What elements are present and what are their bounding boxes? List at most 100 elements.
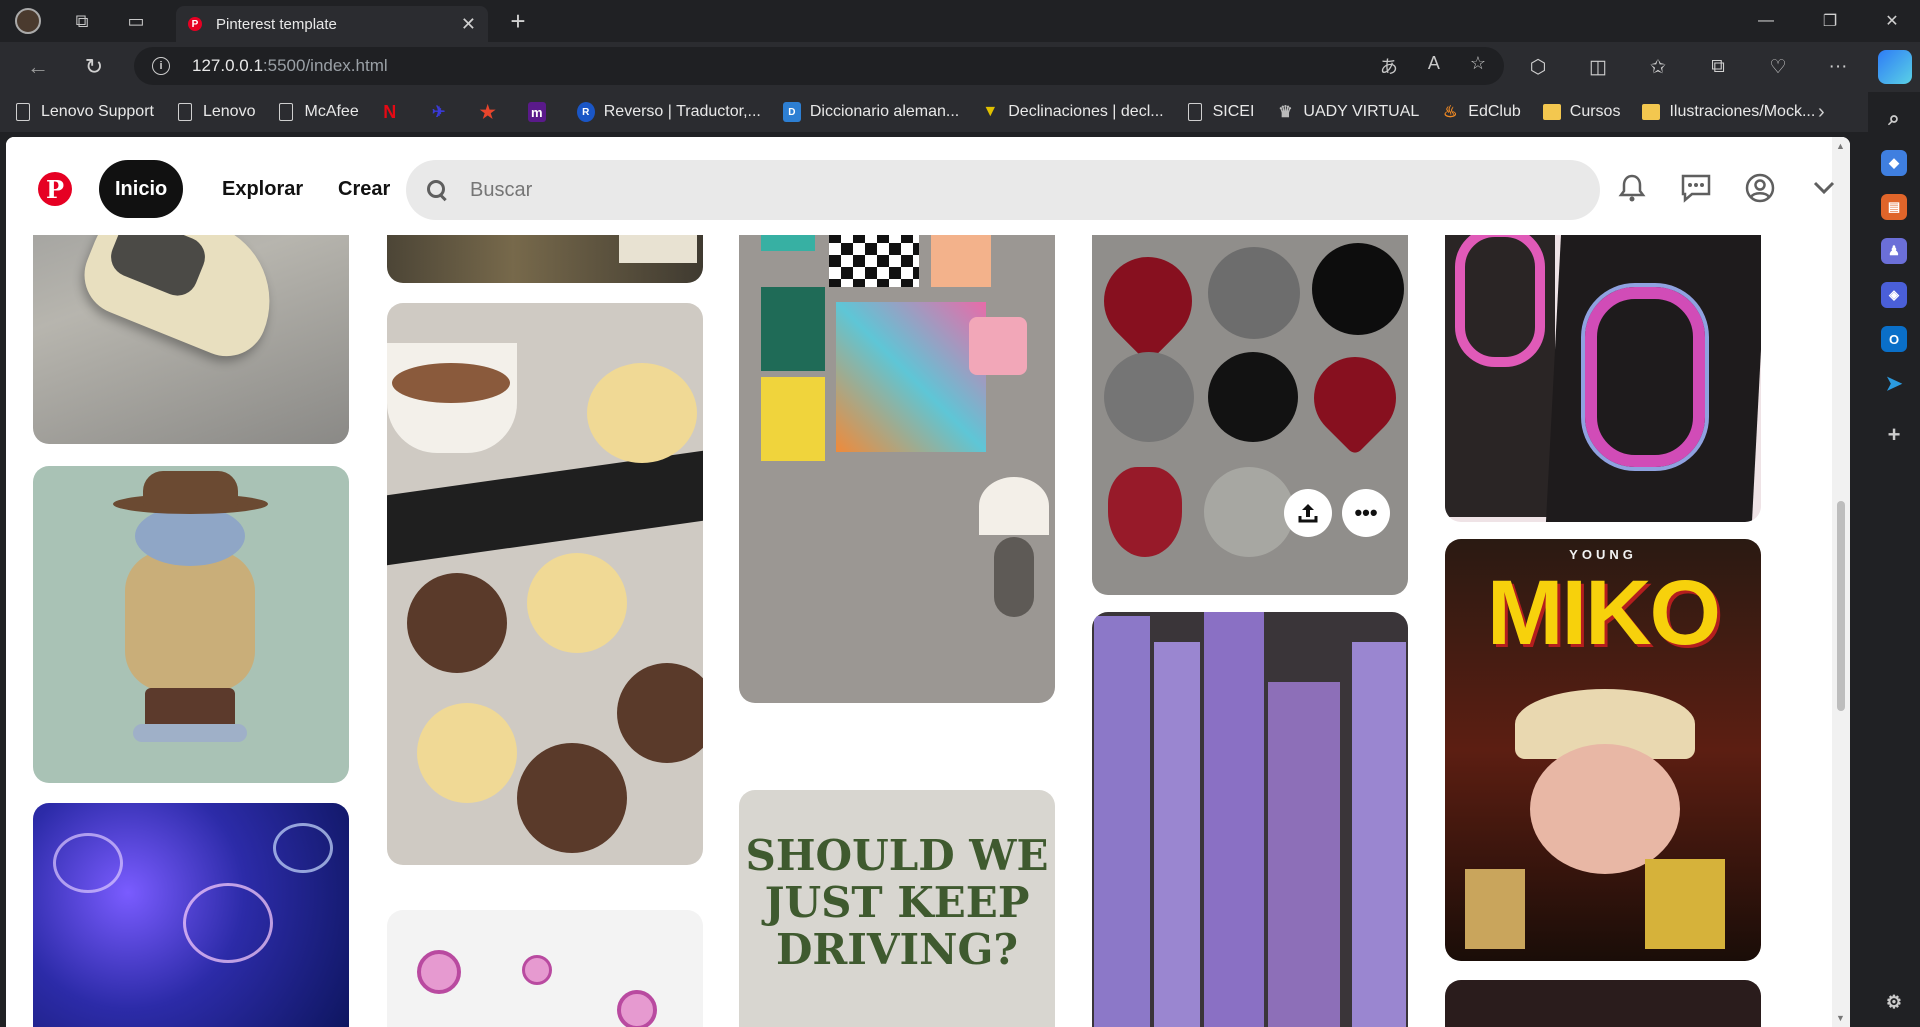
tab-close-icon[interactable]: ✕ <box>461 14 476 35</box>
messages-icon[interactable] <box>1676 168 1716 208</box>
more-options-button[interactable]: ••• <box>1342 489 1390 537</box>
star-bookmark-icon: ★ <box>479 101 496 122</box>
performance-icon[interactable]: ♡ <box>1748 42 1808 92</box>
favorite-star-icon[interactable]: ☆ <box>1470 53 1486 79</box>
split-screen-icon[interactable]: ◫ <box>1568 42 1628 92</box>
cookie <box>527 553 627 653</box>
search-input[interactable]: Buscar <box>406 160 1600 220</box>
handprint <box>1455 227 1545 367</box>
sidebar-settings-gear-icon[interactable]: ⚙ <box>1881 989 1907 1015</box>
art-frame <box>761 377 825 461</box>
pin-jellyfish[interactable] <box>33 803 349 1027</box>
poster-title: MIKO <box>1486 562 1721 664</box>
sidebar-tools-icon[interactable]: ▤ <box>1881 194 1907 220</box>
new-tab-button[interactable]: + <box>502 6 534 37</box>
pin-star-cookies[interactable] <box>387 303 703 865</box>
pin-art-wall[interactable] <box>739 177 1055 703</box>
bookmark-item[interactable]: D Diccionario aleman... <box>782 102 959 122</box>
reverso-icon: R <box>576 102 595 122</box>
toy-head <box>135 506 245 566</box>
bookmark-m[interactable]: m <box>527 102 555 122</box>
bookmark-item[interactable]: Ilustraciones/Mock... <box>1642 102 1815 122</box>
page-scrollbar[interactable]: ▲ ▼ <box>1832 137 1850 1027</box>
read-aloud-icon[interactable]: A <box>1428 53 1440 79</box>
copilot-icon[interactable] <box>1878 50 1912 84</box>
bookmark-item[interactable]: R Reverso | Traductor,... <box>576 102 761 122</box>
bookmarks-overflow-chevron-icon[interactable]: › <box>1818 92 1825 132</box>
bookmark-item[interactable]: Cursos <box>1542 102 1620 122</box>
profile-icon[interactable] <box>1740 168 1780 208</box>
sidebar-outlook-icon[interactable]: O <box>1881 326 1907 352</box>
profile-avatar-icon[interactable] <box>10 3 46 39</box>
bookmark-item[interactable]: Lenovo Support <box>14 102 154 122</box>
pin-toy-figure[interactable] <box>33 466 349 783</box>
bookmarks-bar: Lenovo Support Lenovo McAfee N ✈ ★ m R Re… <box>0 92 1880 132</box>
coffee-shape <box>392 363 510 403</box>
scrollbar-thumb[interactable] <box>1837 501 1845 711</box>
back-button[interactable]: ← <box>16 47 60 87</box>
doc-icon <box>1187 103 1202 121</box>
poster-text: SHOULD WE JUST KEEP DRIVING? <box>745 831 1049 974</box>
folder-icon <box>1642 104 1661 120</box>
nav-explorar[interactable]: Explorar <box>206 160 319 218</box>
favorites-icon[interactable]: ✩ <box>1628 42 1688 92</box>
tab-pinterest[interactable]: P Pinterest template ✕ <box>176 6 488 42</box>
scroll-up-arrow-icon[interactable]: ▲ <box>1836 141 1845 151</box>
pin-poster-quote[interactable]: SHOULD WE JUST KEEP DRIVING? <box>739 790 1055 1027</box>
sidebar-games-icon[interactable]: ♟ <box>1881 238 1907 264</box>
collage-photo <box>1645 859 1725 949</box>
workspaces-icon[interactable]: ⧉ <box>64 3 100 39</box>
extensions-icon[interactable]: ⬡ <box>1508 42 1568 92</box>
notifications-bell-icon[interactable] <box>1612 168 1652 208</box>
more-menu-icon[interactable]: ··· <box>1808 42 1868 92</box>
address-bar[interactable]: i 127.0.0.1:5500/index.html あ A ☆ <box>134 47 1504 85</box>
pinterest-logo-icon[interactable]: P <box>38 172 72 206</box>
minimize-button[interactable]: — <box>1736 0 1796 42</box>
nav-crear[interactable]: Crear <box>322 160 406 218</box>
folder-icon <box>1542 104 1561 120</box>
sidebar-search-icon[interactable]: ⌕ <box>1881 106 1907 132</box>
refresh-button[interactable]: ↻ <box>72 47 116 87</box>
nav-inicio[interactable]: Inicio <box>99 160 184 218</box>
tab-actions-icon[interactable]: ▭ <box>118 3 154 39</box>
tab-title: Pinterest template <box>216 15 337 33</box>
search-icon <box>426 179 448 201</box>
sidebar-tag-icon[interactable]: ◆ <box>1881 150 1907 176</box>
bookmark-item[interactable]: ▼ Declinaciones | decl... <box>981 102 1163 122</box>
pin-young-miko-poster[interactable]: YOUNG MIKO <box>1445 539 1761 961</box>
bookmark-item[interactable]: Lenovo <box>176 102 255 122</box>
sidebar-send-icon[interactable]: ➤ <box>1881 370 1907 396</box>
share-upload-icon[interactable] <box>1284 489 1332 537</box>
dictionary-icon: D <box>782 102 801 122</box>
uady-icon: ♛ <box>1278 104 1293 121</box>
account-chevron-down-icon[interactable] <box>1804 168 1844 208</box>
pin-eye-illustration[interactable] <box>387 910 703 1027</box>
bookmark-item[interactable]: ♛ UADY VIRTUAL <box>1276 102 1419 122</box>
poster-small-text: YOUNG <box>1569 547 1637 562</box>
bookmark-blue[interactable]: ✈ <box>430 102 457 122</box>
close-window-button[interactable]: ✕ <box>1862 0 1920 42</box>
cookie <box>587 363 697 463</box>
jellyfish-shape <box>183 883 273 963</box>
sidebar-add-icon[interactable]: + <box>1881 422 1907 448</box>
pin-purple-books[interactable] <box>1092 612 1408 1027</box>
toy-feet <box>133 724 247 742</box>
bookmark-netflix[interactable]: N <box>381 102 408 122</box>
site-info-icon[interactable]: i <box>152 57 170 75</box>
bookmark-item[interactable]: ♨ EdClub <box>1441 102 1521 122</box>
bookmark-item[interactable]: McAfee <box>277 102 359 122</box>
translate-icon[interactable]: あ <box>1380 53 1398 79</box>
bookmark-item[interactable]: SICEI <box>1186 102 1254 122</box>
declinaciones-icon: ▼ <box>982 103 999 120</box>
pinterest-header: P Inicio Explorar Crear Buscar <box>6 137 1835 235</box>
book-spine <box>1154 642 1200 1027</box>
collections-icon[interactable]: ⧉ <box>1688 42 1748 92</box>
bookmark-star[interactable]: ★ <box>479 102 506 122</box>
scroll-down-arrow-icon[interactable]: ▼ <box>1836 1013 1845 1023</box>
page-viewport: P Inicio Explorar Crear Buscar SHOULD WE… <box>6 137 1850 1027</box>
pin-stickers-hovered[interactable]: ••• <box>1092 177 1408 595</box>
tray-rail <box>387 450 703 566</box>
sidebar-copilot-icon[interactable]: ◈ <box>1881 282 1907 308</box>
pin-dark[interactable] <box>1445 980 1761 1027</box>
restore-button[interactable]: ❐ <box>1800 0 1860 42</box>
